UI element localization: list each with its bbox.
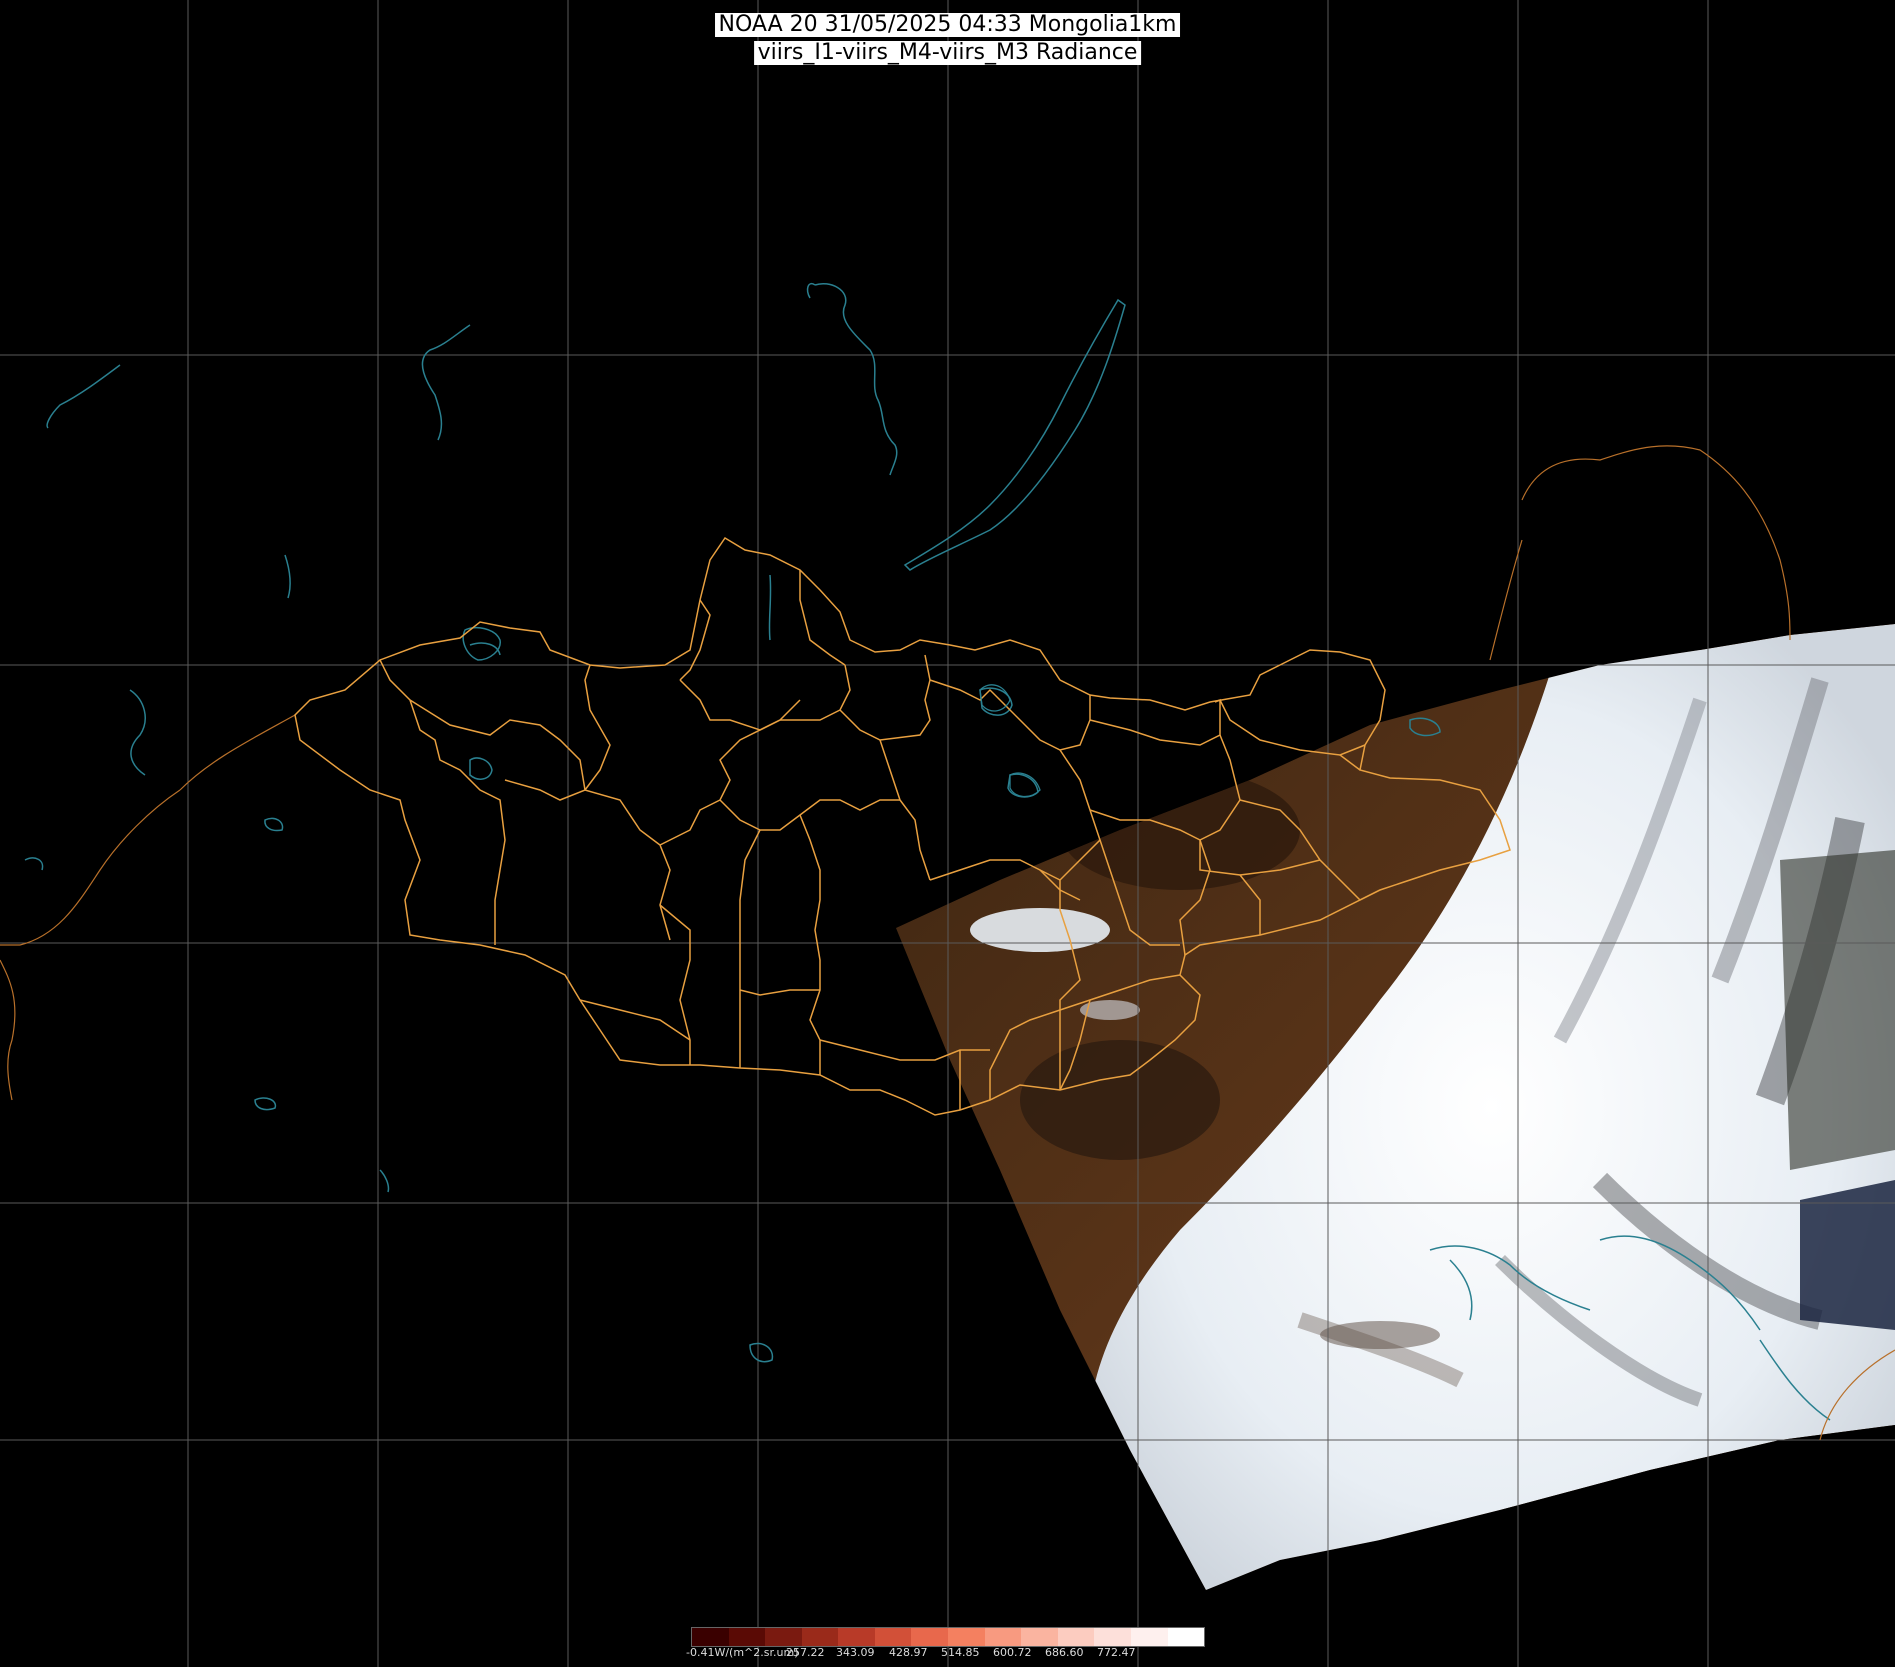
satellite-map [0, 0, 1895, 1667]
legend-swatch [728, 1628, 766, 1646]
legend-label: 343.09 [836, 1646, 875, 1659]
legend-label: 428.97 [889, 1646, 928, 1659]
legend-swatch [765, 1628, 802, 1646]
legend-swatch [1167, 1628, 1205, 1646]
legend-swatch [692, 1628, 729, 1646]
map-title-line1: NOAA 20 31/05/2025 04:33 Mongolia1km [714, 13, 1181, 37]
legend-label: 772.47 [1097, 1646, 1136, 1659]
radiance-color-scale [691, 1627, 1205, 1647]
legend-swatch [801, 1628, 839, 1646]
legend-label: 686.60 [1045, 1646, 1084, 1659]
legend-swatch [984, 1628, 1022, 1646]
legend-swatch [838, 1628, 875, 1646]
legend-swatch [1021, 1628, 1058, 1646]
legend-swatch [948, 1628, 985, 1646]
legend-swatch [1094, 1628, 1131, 1646]
legend-swatch [874, 1628, 912, 1646]
legend-label: -0.41W/(m^2.sr.um) [686, 1646, 799, 1659]
map-title-line2: viirs_I1-viirs_M4-viirs_M3 Radiance [753, 41, 1142, 65]
legend-label: 514.85 [941, 1646, 980, 1659]
legend-swatch [1130, 1628, 1168, 1646]
radiance-scale-labels: -0.41W/(m^2.sr.um) 257.22 343.09 428.97 514.… [686, 1646, 1216, 1662]
legend-label: 600.72 [993, 1646, 1032, 1659]
legend-swatch [1057, 1628, 1095, 1646]
legend-swatch [911, 1628, 949, 1646]
legend-label: 257.22 [786, 1646, 825, 1659]
